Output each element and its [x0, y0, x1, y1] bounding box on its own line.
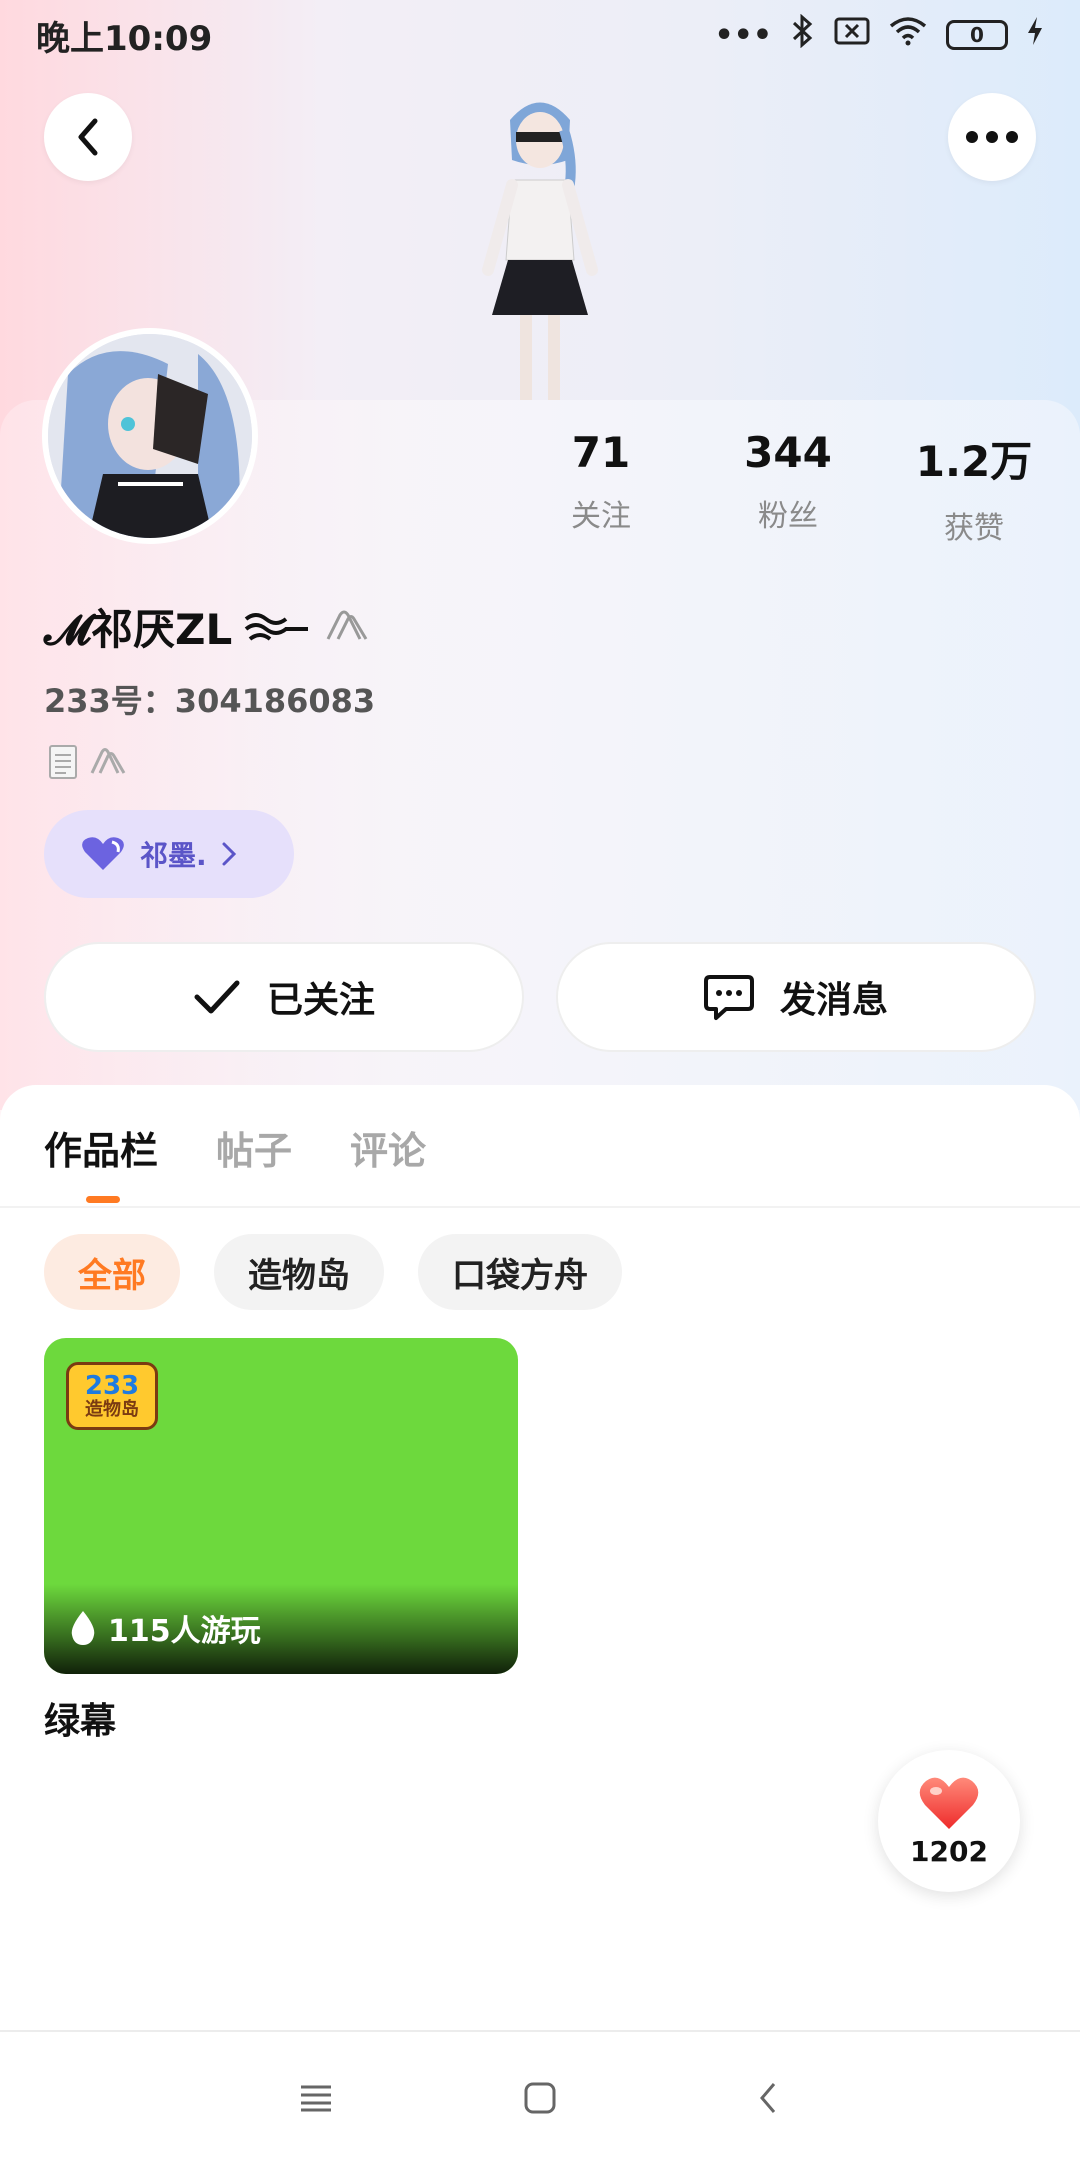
stat-value: 1.2万: [915, 437, 1033, 486]
filter-chips: 全部 造物岛 口袋方舟: [44, 1234, 622, 1310]
filter-pocket-ark[interactable]: 口袋方舟: [418, 1234, 622, 1310]
character-figure: [482, 102, 598, 400]
chat-icon: [703, 975, 754, 1020]
stat-label: 粉丝: [758, 499, 818, 534]
battery-icon: 0: [946, 20, 1008, 50]
user-id: 233号：304186083: [44, 682, 376, 720]
back-button[interactable]: [44, 93, 132, 181]
work-title[interactable]: 绿幕: [44, 1692, 116, 1744]
heart-icon: [82, 837, 124, 870]
logo-number: 233: [84, 1371, 140, 1401]
play-count-text: 115人游玩: [108, 1614, 261, 1649]
home-button[interactable]: [512, 2070, 568, 2126]
heart-icon: [919, 1777, 979, 1829]
check-icon: [194, 980, 240, 1014]
paperclip-icon: [90, 748, 126, 774]
wifi-icon: [888, 16, 928, 54]
menu-icon: [301, 2085, 331, 2112]
status-time: 晚上10:09: [36, 18, 213, 59]
message-button[interactable]: 发消息: [556, 942, 1036, 1052]
stat-label: 获赞: [944, 511, 1004, 546]
flame-icon: [71, 1611, 95, 1645]
like-button[interactable]: 1202: [878, 1750, 1020, 1892]
home-square-icon: [524, 2082, 556, 2114]
wave-decoration-icon: [245, 612, 309, 641]
profile-tabs: 作品栏 帖子 评论: [44, 1120, 426, 1175]
logo-text: 造物岛: [85, 1399, 139, 1420]
cp-tag-button[interactable]: 祁墨.: [44, 810, 294, 898]
bio: [48, 744, 128, 780]
system-nav-bar: [0, 2030, 1080, 2160]
charging-icon: [1026, 16, 1044, 54]
play-count: 115人游玩: [68, 1606, 261, 1650]
status-icons: ••• 0: [714, 13, 1044, 56]
creation-island-logo: 233 造物岛: [66, 1362, 158, 1430]
stat-followers[interactable]: 344 粉丝: [693, 428, 883, 535]
chevron-left-icon: [760, 2083, 776, 2113]
follow-button[interactable]: 已关注: [44, 942, 524, 1052]
tab-indicator: [86, 1196, 120, 1203]
cp-tag-label: 祁墨.: [140, 839, 207, 872]
avatar-image: [48, 334, 252, 538]
stat-label: 关注: [571, 499, 631, 534]
bluetooth-icon: [790, 13, 816, 56]
stat-likes[interactable]: 1.2万 获赞: [879, 428, 1069, 547]
paperclip-icon: [326, 610, 368, 640]
like-count: 1202: [910, 1834, 988, 1868]
tabs-divider: [0, 1206, 1080, 1208]
filter-creation-island[interactable]: 造物岛: [214, 1234, 384, 1310]
nickname: 𝓜祁厌ZL: [44, 596, 372, 657]
avatar[interactable]: [42, 328, 258, 544]
chevron-left-icon: [78, 118, 98, 156]
document-icon: [49, 745, 77, 779]
stat-following[interactable]: 71 关注: [506, 428, 696, 535]
stat-value: 71: [571, 428, 631, 477]
system-back-button[interactable]: [740, 2070, 796, 2126]
tab-works[interactable]: 作品栏: [44, 1120, 158, 1175]
tab-comments[interactable]: 评论: [350, 1120, 426, 1175]
message-button-label: 发消息: [779, 980, 888, 1021]
more-icon: [966, 131, 1018, 143]
more-options-button[interactable]: [948, 93, 1036, 181]
stat-value: 344: [744, 428, 832, 477]
chevron-right-icon: [222, 842, 236, 866]
recent-apps-button[interactable]: [288, 2070, 344, 2126]
more-notifications-icon: •••: [714, 17, 772, 53]
follow-button-label: 已关注: [266, 980, 375, 1021]
tab-posts[interactable]: 帖子: [216, 1120, 292, 1175]
work-card[interactable]: 233 造物岛 115人游玩: [44, 1338, 518, 1674]
status-bar: 晚上10:09 ••• 0: [0, 0, 1080, 70]
nickname-text: 𝓜祁厌ZL: [44, 605, 233, 654]
sim-off-icon: [834, 17, 870, 53]
battery-level: 0: [970, 23, 984, 47]
filter-all[interactable]: 全部: [44, 1234, 180, 1310]
